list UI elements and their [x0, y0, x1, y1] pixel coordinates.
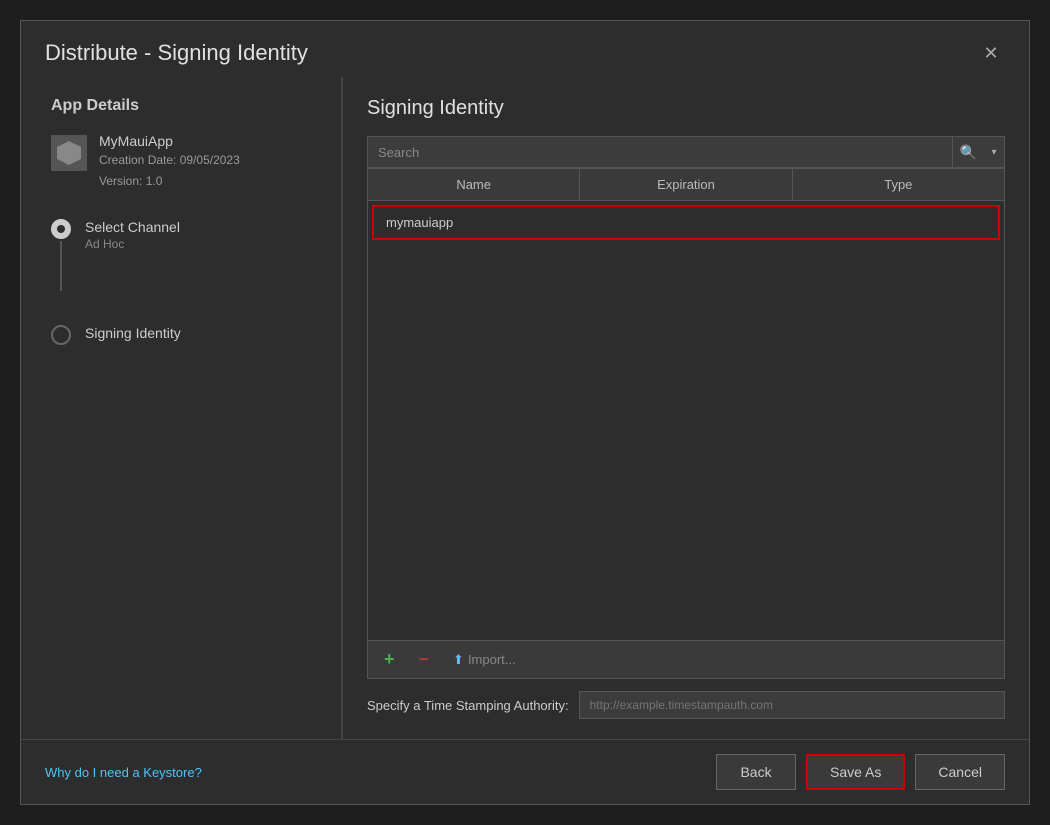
close-button[interactable]: ✕ [977, 39, 1005, 67]
back-button[interactable]: Back [716, 754, 796, 790]
app-icon [51, 135, 87, 171]
identity-table-container: Name Expiration Type mymauiapp + − [367, 168, 1005, 679]
panel-title: Signing Identity [367, 97, 1005, 120]
step1-indicator-col [51, 219, 71, 293]
app-icon-shape [57, 141, 81, 165]
sidebar: App Details MyMauiApp Creation Date: 09/… [21, 77, 341, 739]
table-header-row: Name Expiration Type [368, 169, 1004, 201]
step1-circle [51, 219, 71, 239]
step-spacer [51, 293, 321, 325]
app-details-text: MyMauiApp Creation Date: 09/05/2023 Vers… [99, 133, 240, 191]
step1-content: Select Channel Ad Hoc [85, 219, 180, 251]
footer-buttons: Back Save As Cancel [716, 754, 1005, 790]
cell-expiration [582, 207, 790, 238]
main-panel: Signing Identity 🔍 ▾ Name Expiration Typ… [342, 77, 1029, 739]
step1-label: Select Channel [85, 219, 180, 235]
import-label: Import... [468, 652, 516, 667]
timestamp-label: Specify a Time Stamping Authority: [367, 698, 569, 713]
dialog-title: Distribute - Signing Identity [45, 40, 308, 66]
app-version: Version: 1.0 [99, 172, 240, 191]
sidebar-section-title: App Details [51, 97, 321, 115]
app-creation-date: Creation Date: 09/05/2023 [99, 151, 240, 170]
import-button[interactable]: ⬆ Import... [447, 650, 522, 670]
col-name: Name [368, 169, 580, 200]
dialog: Distribute - Signing Identity ✕ App Deta… [20, 20, 1030, 805]
cell-name: mymauiapp [374, 207, 582, 238]
stepper: Select Channel Ad Hoc Signing Identity [51, 219, 321, 345]
app-info: MyMauiApp Creation Date: 09/05/2023 Vers… [51, 133, 321, 191]
search-icon-button[interactable]: 🔍 [952, 136, 984, 168]
save-as-button[interactable]: Save As [806, 754, 905, 790]
timestamp-row: Specify a Time Stamping Authority: [367, 691, 1005, 719]
step2-content: Signing Identity [85, 325, 181, 341]
col-type: Type [793, 169, 1004, 200]
step-signing-identity: Signing Identity [51, 325, 321, 345]
content-area: App Details MyMauiApp Creation Date: 09/… [21, 77, 1029, 739]
table-body: mymauiapp [368, 201, 1004, 640]
cancel-button[interactable]: Cancel [915, 754, 1005, 790]
search-dropdown-button[interactable]: ▾ [984, 136, 1004, 168]
footer: Why do I need a Keystore? Back Save As C… [21, 739, 1029, 804]
remove-button[interactable]: − [413, 647, 436, 672]
title-bar: Distribute - Signing Identity ✕ [21, 21, 1029, 77]
cell-type [790, 207, 998, 238]
step2-circle [51, 325, 71, 345]
timestamp-input[interactable] [579, 691, 1005, 719]
step1-sublabel: Ad Hoc [85, 237, 180, 251]
table-row[interactable]: mymauiapp [372, 205, 1000, 240]
step2-indicator-col [51, 325, 71, 345]
col-expiration: Expiration [580, 169, 792, 200]
step2-label: Signing Identity [85, 325, 181, 341]
import-icon: ⬆ [453, 652, 464, 668]
search-input[interactable] [368, 145, 952, 160]
help-link[interactable]: Why do I need a Keystore? [45, 765, 202, 780]
step1-line [60, 241, 62, 291]
add-button[interactable]: + [378, 647, 401, 672]
table-toolbar: + − ⬆ Import... [368, 640, 1004, 678]
step-select-channel: Select Channel Ad Hoc [51, 219, 321, 293]
search-bar: 🔍 ▾ [367, 136, 1005, 168]
app-name: MyMauiApp [99, 133, 240, 149]
